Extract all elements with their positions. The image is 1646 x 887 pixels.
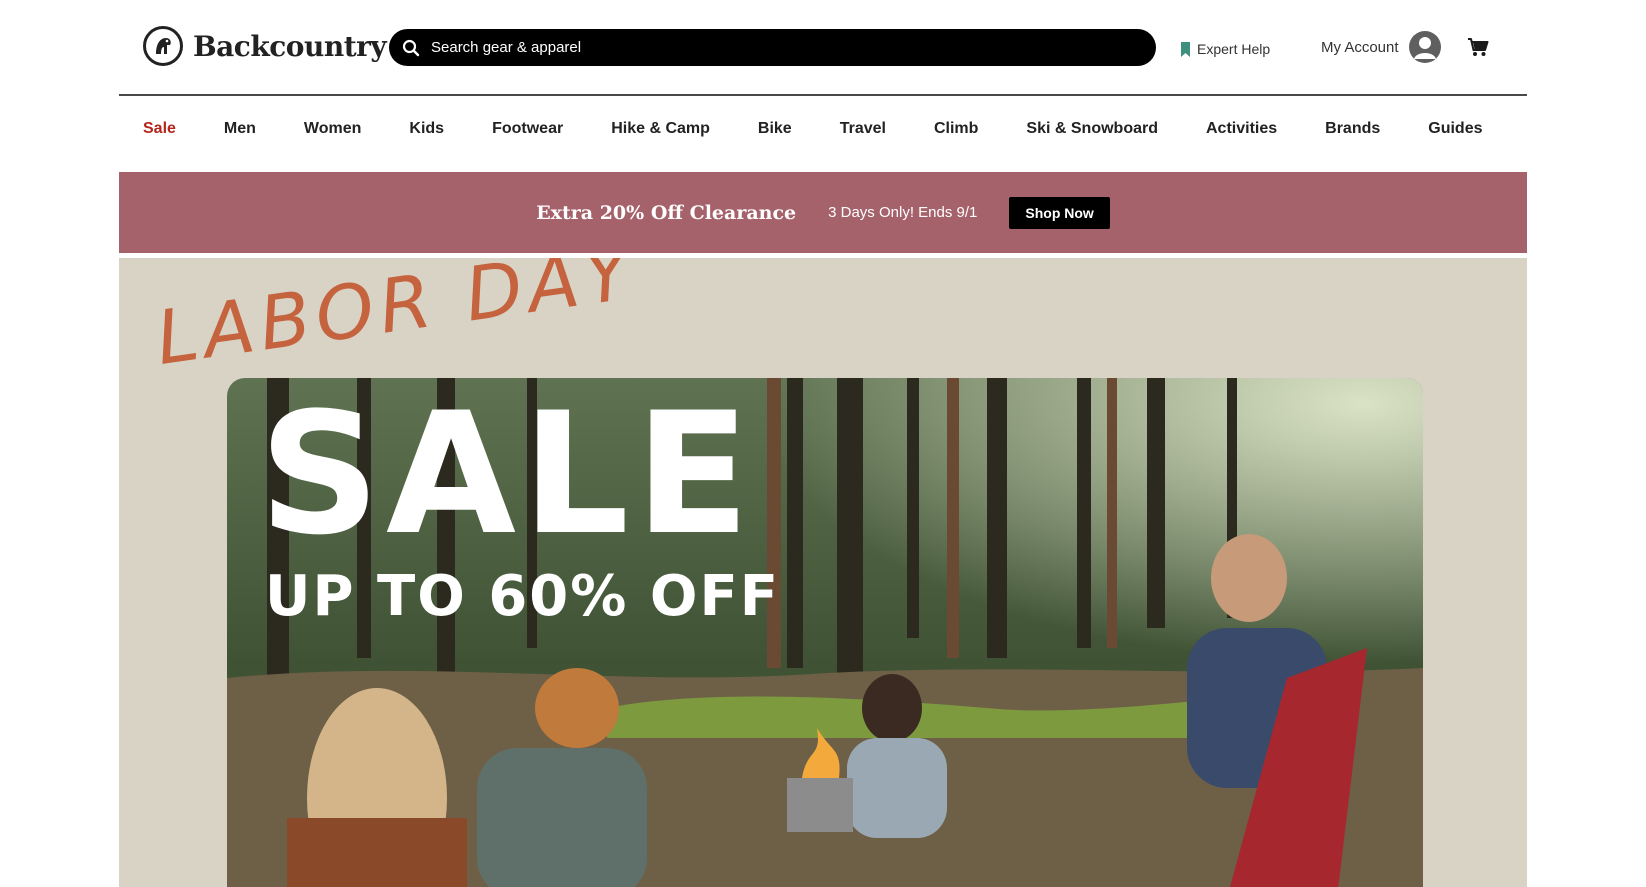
hero-subheadline: UP TO 60% OFF <box>265 564 780 629</box>
promo-subtitle: 3 Days Only! Ends 9/1 <box>828 204 978 221</box>
backcountry-logo[interactable]: Backcountry <box>143 26 387 66</box>
nav-item-hike-camp[interactable]: Hike & Camp <box>611 120 710 138</box>
expert-help-label: Expert Help <box>1197 41 1271 57</box>
nav-item-bike[interactable]: Bike <box>758 120 792 138</box>
expert-help-link[interactable]: Expert Help <box>1181 41 1270 57</box>
nav-item-climb[interactable]: Climb <box>934 120 978 138</box>
backcountry-goat-logo-icon <box>143 26 183 66</box>
my-account-link[interactable]: My Account <box>1321 31 1441 63</box>
nav-item-guides[interactable]: Guides <box>1428 120 1482 138</box>
cart-icon[interactable] <box>1467 36 1489 58</box>
hero-headline: SALE <box>259 376 756 572</box>
my-account-label: My Account <box>1321 38 1399 56</box>
nav-item-women[interactable]: Women <box>304 120 361 138</box>
hero-script-text: LABOR DAY <box>151 258 641 382</box>
brand-name: Backcountry <box>193 29 387 63</box>
promo-title: Extra 20% Off Clearance <box>536 201 797 224</box>
header-divider <box>119 94 1527 96</box>
nav-item-kids[interactable]: Kids <box>409 120 444 138</box>
search-icon[interactable] <box>401 38 421 58</box>
main-nav: Sale Men Women Kids Footwear Hike & Camp… <box>143 120 1531 138</box>
user-avatar-icon[interactable] <box>1408 31 1441 63</box>
nav-item-men[interactable]: Men <box>224 120 256 138</box>
nav-item-ski-snowboard[interactable]: Ski & Snowboard <box>1026 120 1158 138</box>
nav-item-footwear[interactable]: Footwear <box>492 120 563 138</box>
shop-now-button[interactable]: Shop Now <box>1009 196 1110 229</box>
search-input[interactable] <box>431 39 1131 56</box>
nav-item-activities[interactable]: Activities <box>1206 120 1277 138</box>
site-header: Backcountry Expert Help My Account <box>0 0 1646 92</box>
nav-item-brands[interactable]: Brands <box>1325 120 1380 138</box>
hero-banner[interactable]: LABOR DAY SALE UP TO 60% OFF <box>119 258 1527 887</box>
bookmark-icon <box>1181 41 1190 57</box>
search-bar[interactable] <box>389 29 1156 66</box>
nav-item-travel[interactable]: Travel <box>840 120 886 138</box>
nav-item-sale[interactable]: Sale <box>143 120 176 138</box>
promo-banner: Extra 20% Off Clearance 3 Days Only! End… <box>119 172 1527 253</box>
